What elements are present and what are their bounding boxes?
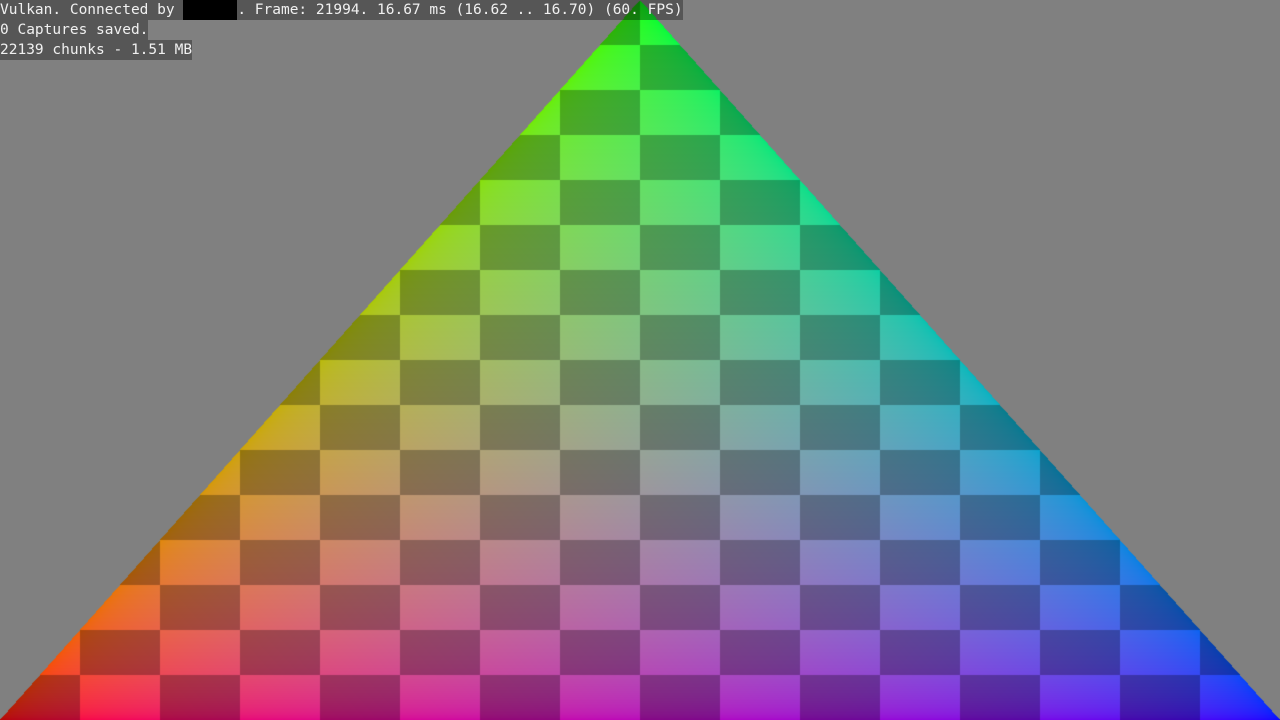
overlay-captures-line: 0 Captures saved. xyxy=(0,20,683,40)
renderdoc-overlay: Vulkan. Connected by . Frame: 21994. 16.… xyxy=(0,0,683,60)
captures-text: 0 Captures saved. xyxy=(0,20,149,40)
overlay-frame-text: . Frame: 21994. 16.67 ms (16.62 .. 16.70… xyxy=(237,0,683,20)
checkered-triangle xyxy=(0,0,1280,720)
overlay-chunks-line: 22139 chunks - 1.51 MB xyxy=(0,40,683,60)
redacted-box xyxy=(183,0,238,20)
render-viewport: Vulkan. Connected by . Frame: 21994. 16.… xyxy=(0,0,1280,720)
overlay-api-text: Vulkan. Connected by xyxy=(0,0,184,20)
overlay-status-line: Vulkan. Connected by . Frame: 21994. 16.… xyxy=(0,0,683,20)
chunks-text: 22139 chunks - 1.51 MB xyxy=(0,40,193,60)
